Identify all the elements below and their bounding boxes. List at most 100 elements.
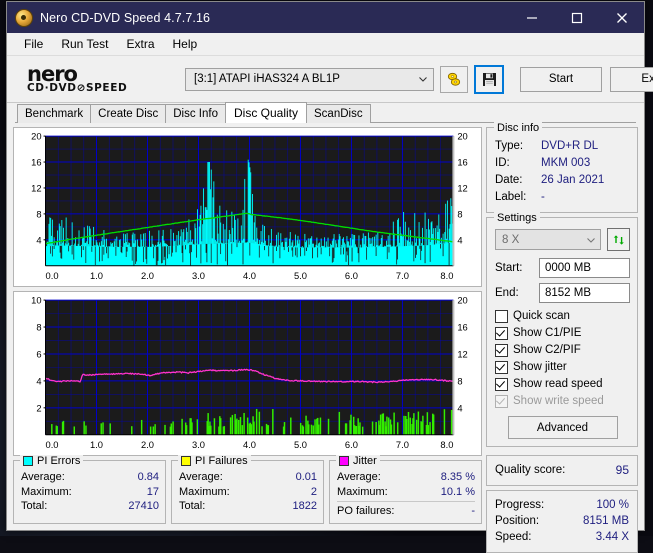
menu-bar: File Run Test Extra Help [7,33,644,56]
progress-label: Progress: [495,497,544,513]
side-panel: Disc info Type: DVD+R DL ID: MKM 003 Dat… [486,127,638,524]
checkbox-show-c1-pie[interactable]: Show C1/PIE [495,325,630,341]
pi-failures-jitter-chart: 246810481216200.01.02.03.04.05.06.07.08.… [13,291,482,456]
start-row: Start: 0000 MB [495,258,630,278]
refresh-button[interactable] [607,228,630,251]
disc-eject-icon [446,71,463,88]
maximize-button[interactable] [554,2,599,33]
jitter-average-value: 8.35 % [441,470,475,485]
svg-text:16: 16 [457,322,467,333]
disc-label-label: Label: [495,189,541,206]
svg-text:5.0: 5.0 [294,440,307,451]
start-button[interactable]: Start [520,67,602,92]
jitter-stats: Jitter Average: 8.35 % Maximum: 10.1 % P… [329,460,482,524]
tab-disc-info[interactable]: Disc Info [165,104,226,123]
tab-scandisc[interactable]: ScanDisc [306,104,371,123]
menu-extra[interactable]: Extra [117,35,163,53]
tab-disc-quality[interactable]: Disc Quality [225,102,307,123]
pi-failures-stats: PI Failures Average: 0.01 Maximum: 2 Tot… [171,460,324,524]
svg-text:6.0: 6.0 [345,271,358,282]
save-button[interactable] [474,65,504,94]
pi-failures-total-label: Total: [179,499,205,514]
disc-type-row: Type: DVD+R DL [495,138,630,155]
position-row: Position: 8151 MB [495,513,629,529]
pi-errors-total-row: Total: 27410 [21,499,159,514]
disc-id-row: ID: MKM 003 [495,155,630,172]
speed-select[interactable]: 8 X [495,229,601,250]
pi-failures-color-swatch [181,456,191,466]
quality-score-panel: Quality score: 95 [486,455,638,486]
svg-text:12: 12 [457,349,467,360]
svg-text:0.0: 0.0 [46,271,59,282]
speed-value: 3.44 X [596,529,629,545]
pi-failures-average-value: 0.01 [296,470,317,485]
minimize-button[interactable] [509,2,554,33]
jitter-color-swatch [339,456,349,466]
svg-text:3.0: 3.0 [192,440,205,451]
disc-date-label: Date: [495,172,541,189]
checkbox-show-write-speed: Show write speed [495,393,630,409]
checkbox-label: Show write speed [513,393,604,409]
disc-label-value: - [541,189,545,206]
position-value: 8151 MB [583,513,629,529]
progress-value: 100 % [596,497,629,513]
svg-text:7.0: 7.0 [396,271,409,282]
svg-text:12: 12 [31,183,41,194]
checkbox-box [495,378,508,391]
menu-run-test[interactable]: Run Test [52,35,117,53]
start-input[interactable]: 0000 MB [539,258,630,278]
checkbox-show-c2-pif[interactable]: Show C2/PIF [495,342,630,358]
tab-benchmark[interactable]: Benchmark [17,104,91,123]
end-input[interactable]: 8152 MB [539,283,630,303]
pi-errors-chart: 48121620481216200.01.02.03.04.05.06.07.0… [13,127,482,287]
menu-file[interactable]: File [15,35,52,53]
disc-info-panel: Disc info Type: DVD+R DL ID: MKM 003 Dat… [486,127,638,213]
drive-select[interactable]: [3:1] ATAPI iHAS324 A BL1P [185,68,434,91]
svg-text:6: 6 [36,349,41,360]
jitter-maximum-row: Maximum: 10.1 % [337,485,475,500]
checkbox-label: Show jitter [513,359,567,375]
toolbar: nero CD·DVD⊘SPEED [3:1] ATAPI iHAS324 A … [7,56,644,103]
disc-date-row: Date: 26 Jan 2021 [495,172,630,189]
checkbox-show-jitter[interactable]: Show jitter [495,359,630,375]
exit-button[interactable]: Exit [610,67,653,92]
svg-text:2.0: 2.0 [141,271,154,282]
svg-text:1.0: 1.0 [90,271,103,282]
pi-failures-maximum-row: Maximum: 2 [179,485,317,500]
advanced-button[interactable]: Advanced [508,416,618,439]
pi-errors-average-value: 0.84 [138,470,159,485]
svg-text:8: 8 [36,209,41,220]
checkbox-box [495,395,508,408]
logo-subtitle: CD·DVD⊘SPEED [27,83,183,94]
svg-text:8: 8 [36,322,41,333]
close-button[interactable] [599,2,644,33]
disc-type-value: DVD+R DL [541,138,598,155]
pi-errors-maximum-row: Maximum: 17 [21,485,159,500]
disc-eject-button[interactable] [440,66,468,93]
pi-errors-average-row: Average: 0.84 [21,470,159,485]
svg-text:20: 20 [457,132,467,143]
pi-failures-caption: PI Failures [178,455,251,467]
svg-text:2: 2 [36,403,41,414]
svg-text:4: 4 [457,235,462,246]
app-window: Nero CD-DVD Speed 4.7.7.16 File Run Test… [6,1,645,531]
checkbox-show-read-speed[interactable]: Show read speed [495,376,630,392]
menu-help[interactable]: Help [164,35,207,53]
jitter-caption: Jitter [336,455,380,467]
checkbox-quick-scan[interactable]: Quick scan [495,308,630,324]
svg-text:0.0: 0.0 [46,440,59,451]
checkbox-label: Show C1/PIE [513,325,581,341]
pi-failures-maximum-label: Maximum: [179,485,230,500]
svg-text:8.0: 8.0 [440,271,453,282]
tab-create-disc[interactable]: Create Disc [90,104,166,123]
disc-label-row: Label: - [495,189,630,206]
speed-row: Speed: 3.44 X [495,529,629,545]
jitter-caption-label: Jitter [353,455,377,467]
speed-label: Speed: [495,529,531,545]
svg-text:6.0: 6.0 [345,440,358,451]
nero-logo: nero CD·DVD⊘SPEED [15,64,183,94]
position-label: Position: [495,513,539,529]
speed-row: 8 X [495,228,630,251]
statistics-row: PI Errors Average: 0.84 Maximum: 17 Tota… [13,460,482,524]
window-controls [509,2,644,33]
